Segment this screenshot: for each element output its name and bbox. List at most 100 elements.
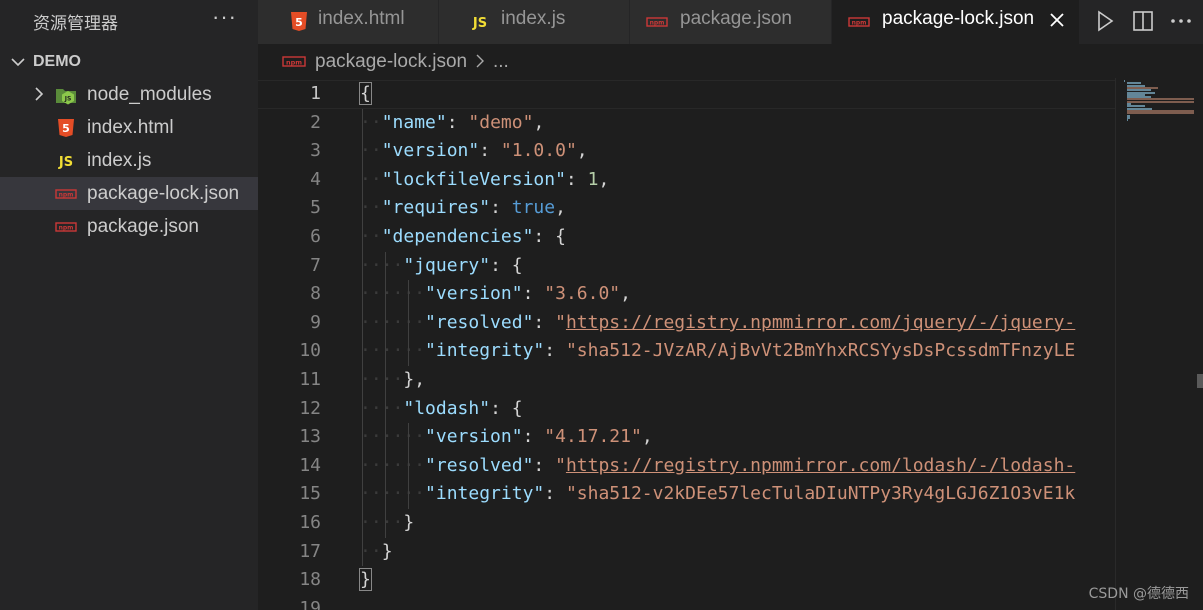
code-token: , [555, 197, 566, 219]
breadcrumb-file[interactable]: package-lock.json [315, 51, 467, 73]
tab-index-js[interactable]: JS index.js [439, 0, 630, 44]
tab-package-lock-json[interactable]: npm package-lock.json [832, 0, 1080, 44]
code-text: ······"version": "3.6.0", [360, 283, 631, 305]
code-line[interactable]: 12 ····"lodash": { [258, 395, 1115, 424]
tab-label: package-lock.json [882, 8, 1035, 29]
minimap[interactable] [1115, 78, 1203, 610]
code-text: ··} [360, 540, 393, 562]
tree-item-index-html[interactable]: 5 index.html [0, 111, 258, 144]
code-line[interactable]: 19 [258, 595, 1115, 610]
tree-item-label: index.html [87, 117, 174, 138]
tree-item-node-modules[interactable]: JS node_modules [0, 78, 258, 111]
tree-item-index-js[interactable]: JS index.js [0, 144, 258, 177]
code-token: "jquery" [403, 254, 491, 276]
code-token: "version" [425, 283, 523, 305]
js-icon: JS [472, 16, 487, 31]
code-token: : { [490, 397, 523, 419]
svg-text:npm: npm [852, 20, 867, 27]
editor-tabbar: 5 index.html JS index.js npm package.jso… [258, 0, 1203, 44]
code-token: : [533, 311, 556, 333]
code-token: : { [490, 254, 523, 276]
code-token: "integrity" [425, 483, 545, 505]
html5-icon: 5 [58, 119, 74, 137]
tab-label: package.json [680, 8, 792, 29]
code-line[interactable]: 16 ····} [258, 509, 1115, 538]
line-number: 19 [299, 597, 321, 610]
more-actions-icon[interactable] [1168, 8, 1194, 34]
code-token: 1 [587, 168, 599, 190]
code-token: "dependencies" [381, 226, 534, 247]
editor-actions [1080, 0, 1203, 44]
code-line[interactable]: 10 ······"integrity": "sha512-JVzAR/AjBvV… [258, 337, 1115, 366]
code-token: "integrity" [425, 340, 545, 362]
line-number: 14 [299, 454, 321, 476]
line-number: 17 [299, 540, 321, 562]
code-line[interactable]: 4 ··"lockfileVersion": 1, [258, 166, 1115, 195]
explorer-title: 资源管理器 [33, 14, 118, 34]
code-line[interactable]: 14 ······"resolved": "https://registry.np… [258, 452, 1115, 481]
chevron-right-icon [35, 87, 44, 101]
code-line[interactable]: 18} [258, 566, 1115, 595]
line-number: 7 [310, 254, 321, 276]
line-number: 15 [299, 483, 321, 505]
svg-text:JS: JS [58, 155, 73, 170]
code-line[interactable]: 5 ··"requires": true, [258, 194, 1115, 223]
code-token: "resolved" [425, 311, 534, 333]
tree-item-label: package-lock.json [87, 183, 240, 204]
line-number: 5 [310, 197, 321, 219]
split-editor-icon[interactable] [1130, 8, 1156, 34]
tab-label: index.html [318, 8, 405, 29]
svg-text:npm: npm [286, 59, 302, 67]
code-line[interactable]: 1{ [258, 80, 1115, 109]
line-number: 10 [299, 340, 321, 362]
code-line[interactable]: 8 ······"version": "3.6.0", [258, 280, 1115, 309]
svg-text:5: 5 [295, 16, 303, 29]
code-token: { [359, 82, 372, 105]
code-token: } [359, 568, 372, 592]
breadcrumb-symbol[interactable]: ... [493, 51, 509, 73]
tab-index-html[interactable]: 5 index.html [258, 0, 439, 44]
code-text: ······"resolved": "https://registry.npmm… [360, 454, 1076, 476]
code-token: "sha512-v2kDEe57lecTulaDIuNTPy3Ry4gLGJ6Z… [565, 483, 1076, 505]
code-line[interactable]: 2 ··"name": "demo", [258, 109, 1115, 138]
code-text: ··"version": "1.0.0", [360, 140, 588, 162]
close-icon[interactable] [1047, 10, 1067, 30]
code-token: : { [533, 226, 566, 247]
npm-icon: npm [282, 56, 306, 67]
svg-text:npm: npm [59, 225, 74, 232]
code-text: } [359, 568, 372, 592]
code-token: "version" [381, 140, 480, 162]
run-icon[interactable] [1092, 8, 1118, 34]
line-number: 2 [310, 111, 321, 133]
breadcrumb: npm package-lock.json ... [258, 44, 1203, 78]
tree-item-package-json[interactable]: npm package.json [0, 210, 258, 243]
line-number: 4 [310, 168, 321, 190]
explorer-more-button[interactable]: ··· [212, 4, 237, 30]
code-line[interactable]: 3 ··"version": "1.0.0", [258, 137, 1115, 166]
npm-icon: npm [55, 189, 77, 199]
code-line[interactable]: 7 ····"jquery": { [258, 252, 1115, 281]
indent-guide [362, 108, 363, 567]
html5-icon: 5 [291, 12, 307, 31]
code-token: : [522, 426, 545, 448]
code-line[interactable]: 13 ······"version": "4.17.21", [258, 423, 1115, 452]
code-line[interactable]: 6 ··"dependencies": { [258, 223, 1115, 252]
scrollbar-thumb[interactable] [1197, 374, 1203, 388]
folder-demo[interactable]: DEMO [0, 48, 258, 76]
line-number: 11 [299, 369, 321, 390]
tab-package-json[interactable]: npm package.json [630, 0, 832, 44]
indent-guide [385, 251, 387, 538]
code-line[interactable]: 9 ······"resolved": "https://registry.npm… [258, 309, 1115, 338]
code-text: ··"dependencies": { [360, 226, 566, 247]
explorer-sidebar: 资源管理器 ··· DEMO JS node_modules 5 index.h… [0, 0, 258, 610]
code-line[interactable]: 17 ··} [258, 538, 1115, 567]
svg-text:5: 5 [62, 122, 70, 135]
code-line[interactable]: 15 ······"integrity": "sha512-v2kDEe57lec… [258, 480, 1115, 509]
code-line[interactable]: 11 ····}, [258, 366, 1115, 395]
code-text: ······"integrity": "sha512-JVzAR/AjBvVt2… [360, 340, 1076, 362]
tree-item-label: index.js [87, 150, 152, 171]
code-token: }, [403, 369, 426, 390]
code-editor[interactable]: 1{2 ··"name": "demo", 3 ··"version": "1.0.0… [258, 78, 1115, 610]
code-token: " [555, 454, 566, 476]
tree-item-package-lock-json[interactable]: npm package-lock.json [0, 177, 258, 210]
